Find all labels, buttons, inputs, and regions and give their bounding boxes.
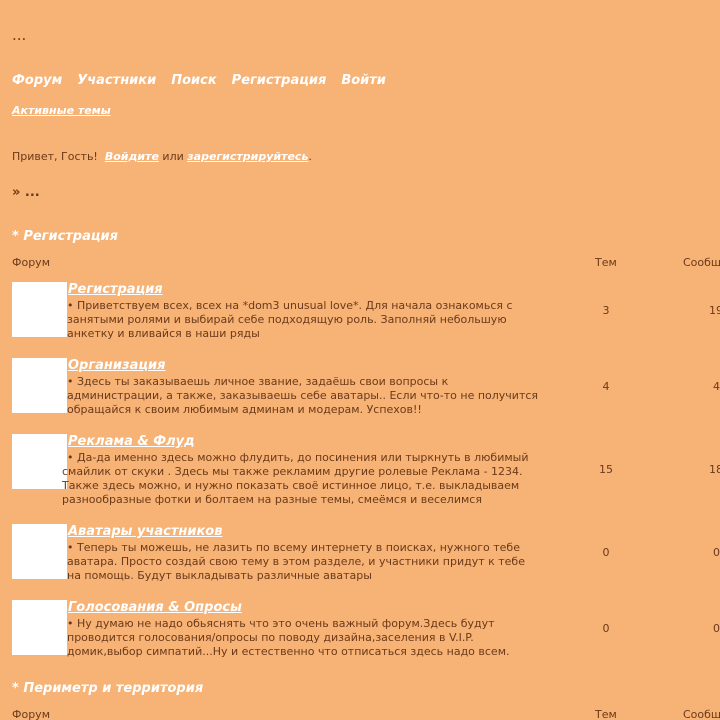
guest-greeting: Привет, Гость! Войдите или зарегистрируй… xyxy=(12,150,312,163)
nav-members[interactable]: Участники xyxy=(77,73,156,88)
nav-register[interactable]: Регистрация xyxy=(232,73,327,88)
forum-post-count: 18 xyxy=(709,463,720,476)
forum-status-icon xyxy=(12,600,67,655)
site-title: ... xyxy=(12,26,27,44)
forum-post-count: 4 xyxy=(713,380,720,393)
forum-topic-count: 3 xyxy=(602,304,610,317)
forum-status-icon xyxy=(12,358,67,413)
forum-description: • Приветствуем всех, всех на *dom3 unusu… xyxy=(67,299,513,340)
breadcrumb: » ... xyxy=(12,185,40,200)
forum-post-count: 0 xyxy=(713,622,720,635)
forum-link[interactable]: Реклама & Флуд xyxy=(68,434,195,449)
register-link[interactable]: зарегистрируйтесь xyxy=(187,150,308,163)
forum-description: • Теперь ты можешь, не лазить по всему и… xyxy=(67,541,525,582)
forum-index-page: ... Форум Участники Поиск Регистрация Во… xyxy=(0,0,720,720)
greeting-text: Привет, Гость! xyxy=(12,150,98,163)
nav-login[interactable]: Войти xyxy=(341,73,386,88)
forum-topic-count: 0 xyxy=(602,546,610,559)
nav-forum[interactable]: Форум xyxy=(12,73,62,88)
category-title-registration[interactable]: * Регистрация xyxy=(12,229,118,244)
forum-topic-count: 15 xyxy=(599,463,613,476)
nav-search[interactable]: Поиск xyxy=(171,73,216,88)
forum-link[interactable]: Регистрация xyxy=(68,282,163,297)
column-header-posts: Сообщ xyxy=(683,256,720,269)
forum-link[interactable]: Аватары участников xyxy=(68,524,222,539)
column-header-topics: Тем xyxy=(595,708,617,720)
column-header-forum: Форум xyxy=(12,708,50,720)
forum-link[interactable]: Голосования & Опросы xyxy=(68,600,242,615)
forum-description: • Здесь ты заказываешь личное звание, за… xyxy=(67,375,539,416)
forum-status-icon xyxy=(12,282,67,337)
forum-topic-count: 4 xyxy=(602,380,610,393)
login-link[interactable]: Войдите xyxy=(105,150,159,163)
forum-topic-count: 0 xyxy=(602,622,610,635)
forum-description: • Да-да именно здесь можно флудить, до п… xyxy=(62,451,529,506)
forum-post-count: 0 xyxy=(713,546,720,559)
column-header-posts: Сообщ xyxy=(683,708,720,720)
main-nav: Форум Участники Поиск Регистрация Войти xyxy=(12,73,386,88)
active-topics-link[interactable]: Активные темы xyxy=(12,104,111,117)
greeting-or: или xyxy=(162,150,184,163)
forum-link[interactable]: Организация xyxy=(68,358,165,373)
forum-status-icon xyxy=(12,524,67,579)
greeting-end: . xyxy=(308,150,312,163)
forum-post-count: 19 xyxy=(709,304,720,317)
category-title-perimeter[interactable]: * Периметр и территория xyxy=(12,681,203,696)
column-header-forum: Форум xyxy=(12,256,50,269)
column-header-topics: Тем xyxy=(595,256,617,269)
forum-status-icon xyxy=(12,434,67,489)
forum-description: • Ну думаю не надо обьяснять что это оче… xyxy=(67,617,510,658)
